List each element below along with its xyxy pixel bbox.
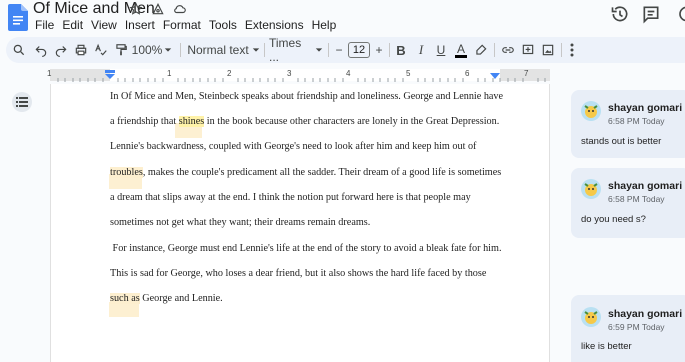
search-menus-icon[interactable] — [10, 37, 28, 63]
meet-icon[interactable] — [675, 4, 685, 24]
toolbar-divider — [561, 43, 562, 57]
body-line[interactable]: a dream that slips away at the end. I th… — [110, 191, 510, 205]
more-options-icon[interactable] — [566, 37, 578, 63]
line-text: Lennie's backwardness, coupled with Geor… — [110, 141, 477, 152]
body-line[interactable]: Lennie's backwardness, coupled with Geor… — [110, 140, 510, 154]
body-line[interactable]: This is sad for George, who loses a dear… — [110, 267, 510, 281]
toolbar-divider — [494, 43, 495, 57]
text-color-swatch — [455, 54, 467, 58]
menu-bar: File Edit View Insert Format Tools Exten… — [31, 17, 340, 33]
body-line[interactable]: sometimes not get what they want; their … — [110, 216, 510, 230]
ruler-ticks — [57, 78, 546, 82]
decrease-font-size-button[interactable]: − — [332, 37, 346, 63]
body-line[interactable]: a friendship that shines in the book bec… — [110, 115, 510, 129]
version-history-icon[interactable] — [610, 4, 630, 24]
comment-time: 6:58 PM Today — [608, 194, 665, 204]
paragraph-style-select[interactable]: Normal text — [186, 37, 250, 63]
menu-edit[interactable]: Edit — [58, 17, 87, 33]
cloud-status-icon[interactable] — [173, 2, 187, 16]
line-text: , makes the couple's predicament all the… — [142, 167, 502, 178]
bold-button[interactable]: B — [392, 37, 410, 63]
comment-text: stands out is better — [581, 136, 662, 147]
menu-view[interactable]: View — [87, 17, 121, 33]
spellcheck-icon[interactable] — [92, 37, 110, 63]
avatar — [581, 179, 601, 199]
body-line[interactable]: such as George and Lennie. — [110, 292, 510, 306]
body-line[interactable]: For instance, George must end Lennie's l… — [110, 242, 510, 256]
document-outline-button[interactable] — [12, 92, 32, 112]
comment-author: shayan gomari — [608, 102, 683, 114]
toolbar: 100% Normal text Times ... − 12 + B I U … — [6, 36, 685, 64]
commented-text[interactable]: such as — [110, 293, 140, 304]
insert-link-icon[interactable] — [499, 37, 517, 63]
line-text: sometimes not get what they want; their … — [110, 217, 371, 228]
comment-card[interactable]: shayan gomari 6:59 PM Today like is bett… — [571, 295, 685, 362]
text-color-label: A — [456, 41, 465, 56]
move-to-folder-icon[interactable] — [151, 2, 165, 16]
increase-font-size-button[interactable]: + — [372, 37, 386, 63]
comment-time: 6:59 PM Today — [608, 322, 665, 332]
star-icon[interactable] — [129, 2, 143, 16]
google-docs-logo-icon[interactable] — [8, 4, 28, 31]
menu-file[interactable]: File — [31, 17, 58, 33]
commented-text[interactable]: troubles — [110, 167, 143, 178]
font-family-select[interactable]: Times ... — [269, 36, 313, 64]
title-bar: Of Mice and Men File Edit View Insert Fo… — [0, 0, 685, 36]
body-line[interactable]: In Of Mice and Men, Steinbeck speaks abo… — [110, 90, 510, 104]
comment-card[interactable]: shayan gomari 6:58 PM Today do you need … — [571, 168, 685, 238]
paint-format-icon[interactable] — [112, 37, 130, 63]
line-text: a dream that slips away at the end. I th… — [110, 192, 471, 203]
menu-help[interactable]: Help — [308, 17, 341, 33]
list-icon — [16, 97, 28, 107]
zoom-dropdown-icon[interactable] — [162, 37, 174, 63]
font-dropdown-icon[interactable] — [313, 37, 325, 63]
avatar — [581, 101, 601, 121]
toolbar-divider — [180, 43, 181, 57]
toolbar-divider — [328, 43, 329, 57]
comment-text: do you need s? — [581, 214, 646, 225]
comment-author: shayan gomari — [608, 180, 683, 192]
style-dropdown-icon[interactable] — [250, 37, 262, 63]
line-text: In Of Mice and Men, Steinbeck speaks abo… — [110, 91, 504, 102]
menu-insert[interactable]: Insert — [121, 17, 159, 33]
avatar — [581, 307, 601, 327]
menu-extensions[interactable]: Extensions — [241, 17, 308, 33]
zoom-value[interactable]: 100% — [132, 37, 163, 63]
menu-tools[interactable]: Tools — [205, 17, 241, 33]
toolbar-divider — [389, 43, 390, 57]
menu-format[interactable]: Format — [159, 17, 205, 33]
add-comment-icon[interactable] — [519, 37, 537, 63]
comment-text: like is better — [581, 341, 632, 352]
line-text: George and Lennie. — [139, 293, 223, 304]
body-line[interactable]: troubles, makes the couple's predicament… — [110, 166, 510, 180]
print-icon[interactable] — [72, 37, 90, 63]
line-text: in the book because other characters are… — [204, 116, 500, 127]
comment-author: shayan gomari — [608, 308, 683, 320]
undo-icon[interactable] — [32, 37, 50, 63]
redo-icon[interactable] — [52, 37, 70, 63]
comment-card[interactable]: shayan gomari 6:58 PM Today stands out i… — [571, 90, 685, 158]
font-size-input[interactable]: 12 — [348, 42, 370, 58]
highlight-color-icon[interactable] — [472, 37, 490, 63]
text-color-button[interactable]: A — [452, 37, 470, 63]
comment-history-icon[interactable] — [641, 4, 661, 24]
line-text: a friendship that — [110, 116, 179, 127]
toolbar-divider — [264, 43, 265, 57]
italic-button[interactable]: I — [412, 37, 430, 63]
underline-button[interactable]: U — [432, 37, 450, 63]
comment-time: 6:58 PM Today — [608, 116, 665, 126]
commented-text[interactable]: shines — [178, 116, 205, 127]
line-text: This is sad for George, who loses a dear… — [110, 268, 487, 279]
line-text: For instance, George must end Lennie's l… — [110, 243, 502, 254]
insert-image-icon[interactable] — [539, 37, 557, 63]
